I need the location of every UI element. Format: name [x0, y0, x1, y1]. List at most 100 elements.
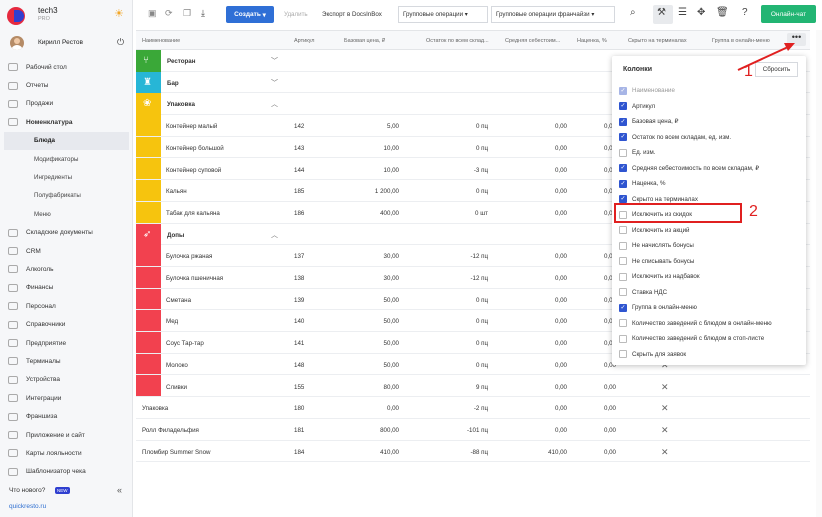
footer-link[interactable]: quickresto.ru — [9, 503, 46, 510]
sidebar-subitem[interactable]: Меню — [4, 205, 129, 223]
sidebar-item[interactable]: Рабочий стол — [0, 58, 133, 76]
delete-button[interactable]: Удалить — [280, 6, 312, 23]
header-sku[interactable]: Артикул — [294, 38, 315, 44]
column-checkbox[interactable]: ✓ — [619, 179, 627, 188]
collapse-sidebar-icon[interactable]: « — [117, 485, 122, 495]
more-columns-button[interactable]: ••• — [787, 33, 806, 46]
avatar[interactable] — [10, 36, 24, 50]
chevron-up-icon[interactable]: ︿ — [271, 230, 278, 240]
column-option[interactable]: ✓ Артикул — [619, 99, 803, 115]
sidebar-item[interactable]: Интеграции — [0, 389, 133, 407]
column-checkbox[interactable] — [619, 257, 627, 266]
refresh-icon[interactable]: ⟳ — [165, 8, 173, 19]
sidebar-item[interactable]: Терминалы — [0, 352, 133, 370]
group-name[interactable]: Допы — [167, 232, 184, 239]
sidebar-item[interactable]: Приложение и сайт — [0, 426, 133, 444]
table-row[interactable]: Сливки 155 80,00 9 пц 0,00 0,00 ✕ — [136, 376, 810, 398]
cell-name[interactable]: Пломбир Summer Snow — [142, 449, 211, 456]
column-checkbox[interactable] — [619, 350, 627, 359]
cell-name[interactable]: Сметана — [166, 297, 191, 304]
sidebar-item[interactable]: Номенклатура — [0, 113, 133, 131]
column-option[interactable]: ✓ Остаток по всем складам, ед. изм. — [619, 130, 803, 146]
sidebar-subitem[interactable]: Полуфабрикаты — [4, 187, 129, 205]
cell-name[interactable]: Кальян — [166, 188, 187, 195]
column-checkbox[interactable]: ✓ — [619, 164, 627, 173]
user-name[interactable]: Кирилл Рестов — [38, 39, 83, 46]
trash-icon[interactable]: 🗑 — [716, 7, 729, 18]
sidebar-item[interactable]: Шаблонизатор чека — [0, 463, 133, 481]
tools-icon[interactable]: ⚒ — [657, 7, 666, 18]
column-option[interactable]: ✓ Наценка, % — [619, 176, 803, 192]
franchise-ops-dropdown[interactable]: Групповые операции франчайзи ▾ — [491, 6, 615, 23]
sidebar-subitem[interactable]: Модификаторы — [4, 150, 129, 168]
cell-name[interactable]: Соус Тар-тар — [166, 340, 204, 347]
cell-name[interactable]: Булочка пшеничная — [166, 275, 223, 282]
header-markup[interactable]: Наценка, % — [577, 38, 607, 44]
column-checkbox[interactable] — [619, 272, 627, 281]
column-option[interactable]: Количество заведений с блюдом в стоп-лис… — [619, 331, 803, 347]
group-name[interactable]: Бар — [167, 80, 179, 87]
table-row[interactable]: Упаковка 180 0,00 -2 пц 0,00 0,00 ✕ — [136, 397, 810, 419]
column-checkbox[interactable]: ✓ — [619, 303, 627, 312]
cell-name[interactable]: Контейнер суповой — [166, 167, 221, 174]
cell-name[interactable]: Упаковка — [142, 405, 168, 412]
column-option[interactable]: ✓ Средняя себестоимость по всем складам, … — [619, 161, 803, 177]
header-stock[interactable]: Остаток по всем склад... — [426, 38, 506, 44]
column-checkbox[interactable] — [619, 319, 627, 328]
sidebar-item[interactable]: Складские документы — [0, 224, 133, 242]
column-checkbox[interactable] — [619, 288, 627, 297]
search-icon[interactable]: ⌕ — [630, 7, 636, 18]
reset-button[interactable]: Сбросить — [755, 62, 798, 77]
group-name[interactable]: Ресторан — [167, 58, 195, 65]
cell-name[interactable]: Молоко — [166, 362, 188, 369]
column-option[interactable]: Не начислять бонусы — [619, 238, 803, 254]
column-option[interactable]: Исключить из надбавок — [619, 269, 803, 285]
cell-name[interactable]: Булочка ржаная — [166, 253, 212, 260]
sidebar-item[interactable]: Карты лояльности — [0, 444, 133, 462]
create-button[interactable]: Создать ▾ — [226, 6, 274, 23]
power-icon[interactable]: ⏻ — [117, 37, 124, 48]
sidebar-item[interactable]: Алкоголь — [0, 260, 133, 278]
header-online-group[interactable]: Группа в онлайн-меню — [712, 38, 792, 44]
column-checkbox[interactable] — [619, 241, 627, 250]
sidebar-subitem[interactable]: Блюда — [4, 131, 129, 150]
table-row[interactable]: Ролл Филадельфия 181 800,00 -101 пц 0,00 0,00… — [136, 419, 810, 441]
sidebar-item[interactable]: Справочники — [0, 315, 133, 333]
help-icon[interactable]: ? — [742, 7, 748, 18]
online-chat-button[interactable]: Онлайн-чат — [761, 5, 816, 23]
column-checkbox[interactable] — [619, 226, 627, 235]
column-option[interactable]: Количество заведений с блюдом в онлайн-м… — [619, 316, 803, 332]
chevron-up-icon[interactable]: ︿ — [271, 99, 278, 109]
sidebar-item[interactable]: Франшиза — [0, 407, 133, 425]
save-icon[interactable]: ▣ — [148, 8, 157, 19]
cell-name[interactable]: Контейнер малый — [166, 123, 217, 130]
cell-name[interactable]: Табак для кальяна — [166, 210, 220, 217]
whats-new-link[interactable]: Что нового? — [9, 487, 45, 494]
sidebar-item[interactable]: Финансы — [0, 279, 133, 297]
remove-icon[interactable]: ✕ — [661, 425, 669, 436]
move-icon[interactable]: ✥ — [697, 7, 705, 18]
cell-name[interactable]: Сливки — [166, 384, 187, 391]
header-price[interactable]: Базовая цена, ₽ — [344, 38, 385, 44]
header-name[interactable]: Наименование — [142, 38, 180, 44]
column-option[interactable]: Ед. изм. — [619, 145, 803, 161]
group-name[interactable]: Упаковка — [167, 101, 195, 108]
column-option[interactable]: Не списывать бонусы — [619, 254, 803, 270]
sidebar-item[interactable]: Предприятие — [0, 334, 133, 352]
column-checkbox[interactable]: ✓ — [619, 133, 627, 142]
column-checkbox[interactable]: ✓ — [619, 102, 627, 111]
column-checkbox[interactable] — [619, 334, 627, 343]
column-option[interactable]: Ставка НДС — [619, 285, 803, 301]
group-ops-dropdown[interactable]: Групповые операции ▾ — [398, 6, 488, 23]
download-icon[interactable]: ⤓ — [201, 8, 205, 19]
copy-icon[interactable]: ❐ — [183, 8, 191, 19]
app-logo[interactable] — [7, 7, 25, 25]
chevron-down-icon[interactable]: ﹀ — [271, 56, 278, 66]
scrollbar[interactable] — [816, 30, 822, 517]
column-option[interactable]: Исключить из акций — [619, 223, 803, 239]
sidebar-item[interactable]: CRM — [0, 242, 133, 260]
column-option[interactable]: ✓ Группа в онлайн-меню — [619, 300, 803, 316]
table-row[interactable]: Пломбир Summer Snow 184 410,00 -88 пц 410,00… — [136, 441, 810, 463]
sidebar-item[interactable]: Отчеты — [0, 76, 133, 94]
sidebar-item[interactable]: Продажи — [0, 95, 133, 113]
